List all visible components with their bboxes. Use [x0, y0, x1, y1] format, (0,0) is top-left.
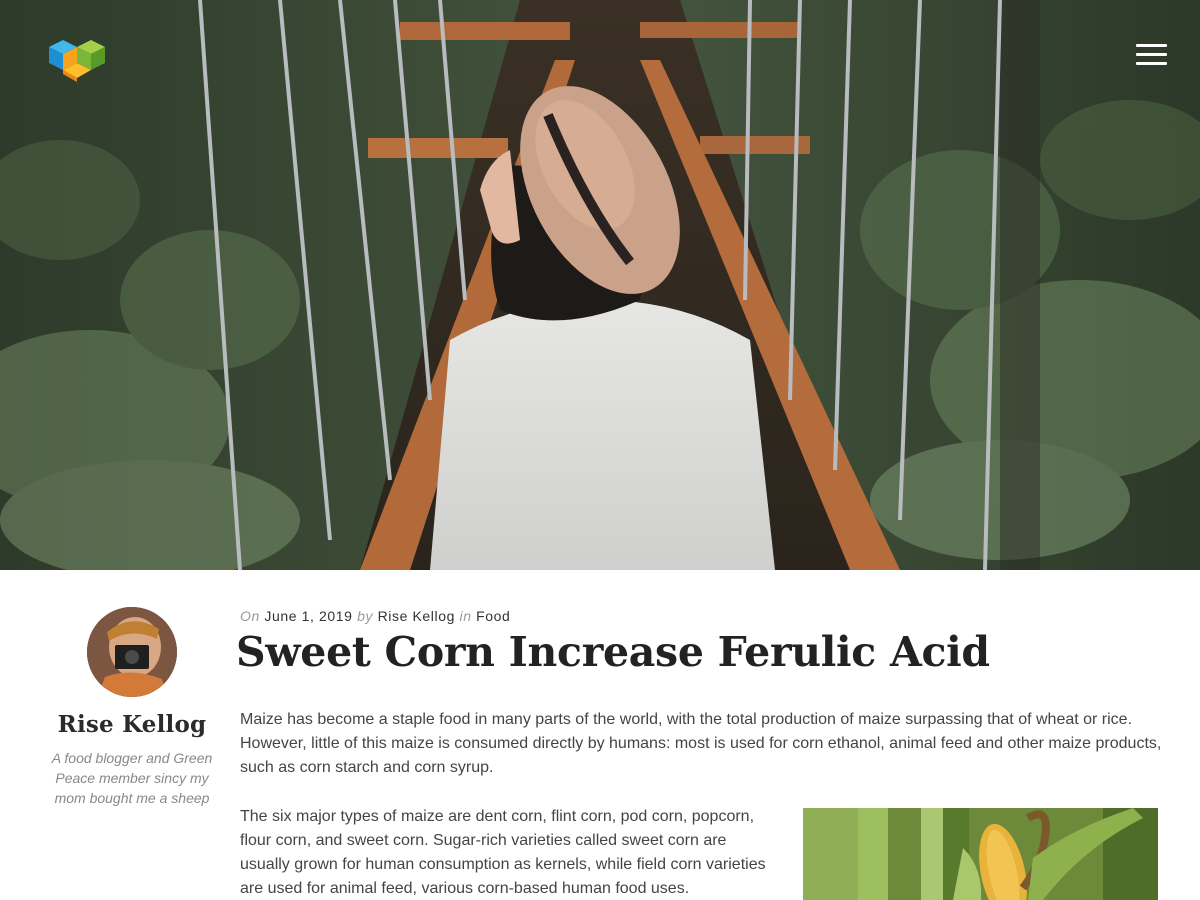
post-date[interactable]: June 1, 2019	[264, 608, 352, 624]
post-author-link[interactable]: Rise Kellog	[378, 608, 455, 624]
post-paragraph: The six major types of maize are dent co…	[240, 808, 766, 897]
hero-image	[0, 0, 1200, 570]
hero-illustration	[0, 0, 1200, 570]
meta-on-label: On	[240, 608, 260, 624]
corn-image	[803, 808, 1158, 900]
author-photo	[87, 607, 177, 697]
author-card: Rise Kellog A food blogger and Green Pea…	[40, 607, 224, 808]
cube-logo-icon	[49, 40, 105, 82]
meta-in-label: in	[459, 608, 472, 624]
post-paragraph: Maize has become a staple food in many p…	[240, 711, 1162, 776]
author-name[interactable]: Rise Kellog	[40, 711, 224, 738]
post-meta: On June 1, 2019 by Rise Kellog in Food	[240, 608, 510, 624]
post-title: Sweet Corn Increase Ferulic Acid	[236, 628, 990, 676]
avatar[interactable]	[87, 607, 177, 697]
meta-by-label: by	[357, 608, 374, 624]
hamburger-menu-icon[interactable]	[1136, 44, 1167, 66]
post-category-link[interactable]: Food	[476, 608, 510, 624]
site-logo[interactable]	[47, 38, 111, 84]
corn-illustration	[803, 808, 1158, 900]
author-bio: A food blogger and Green Peace member si…	[51, 750, 213, 806]
